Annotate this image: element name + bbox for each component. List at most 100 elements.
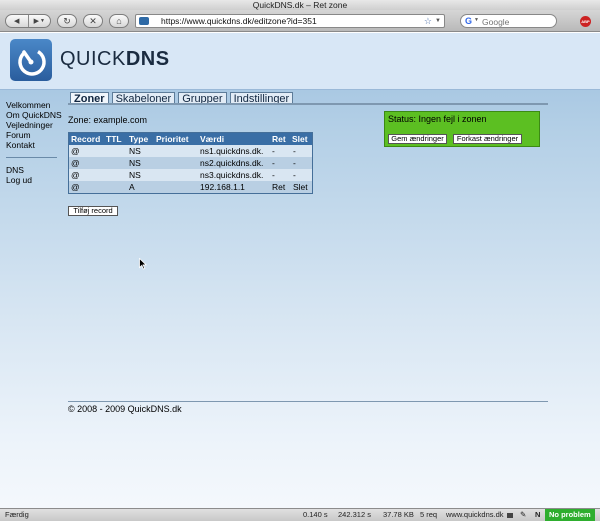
url-text[interactable]: https://www.quickdns.dk/editzone?id=351	[161, 15, 317, 28]
cell-type: NS	[129, 146, 141, 156]
home-button[interactable]: ⌂	[109, 14, 129, 28]
browser-statusbar: Færdig 0.140 s 242.312 s 37.78 KB 5 req …	[0, 508, 600, 521]
header-prioritet: Prioritet	[156, 134, 189, 144]
sidebar-item-om-quickdns[interactable]: Om QuickDNS	[6, 110, 62, 120]
cell-prioritet	[156, 169, 200, 181]
header-type: Type	[129, 134, 149, 144]
header-ttl: TTL	[106, 134, 122, 144]
site-header: QUICKDNS	[0, 33, 600, 90]
sidebar-item-vejledninger[interactable]: Vejledninger	[6, 120, 61, 130]
tools-icon[interactable]: ✎	[520, 509, 526, 521]
delete-record-link[interactable]: Slet	[292, 181, 312, 193]
table-row: @ NS ns3.quickdns.dk. - -	[69, 169, 312, 181]
header-slet: Slet	[292, 134, 308, 144]
sidebar-divider	[6, 157, 57, 158]
search-engine-dropdown-icon[interactable]: ▼	[474, 17, 479, 23]
cell-ret: -	[272, 146, 275, 156]
forward-icon: ▶	[33, 18, 39, 25]
adblock-icon[interactable]: ABP	[580, 16, 591, 27]
table-row: @ NS ns1.quickdns.dk. - -	[69, 145, 312, 157]
sidebar-item-dns[interactable]: DNS	[6, 165, 61, 175]
header-record: Record	[71, 134, 101, 144]
cell-slet: -	[293, 146, 296, 156]
table-row: @ NS ns2.quickdns.dk. - -	[69, 157, 312, 169]
logo-text-bold: DNS	[125, 48, 170, 70]
footer-copyright: © 2008 - 2009 QuickDNS.dk	[68, 404, 182, 414]
cell-record: @	[71, 146, 80, 156]
cell-vaerdi: ns1.quickdns.dk.	[200, 146, 264, 156]
status-box: Status: Ingen fejl i zonen Gem ændringer…	[384, 111, 540, 147]
cell-vaerdi: 192.168.1.1	[200, 182, 245, 192]
sidebar-item-velkommen[interactable]: Velkommen	[6, 100, 61, 110]
cell-ret: -	[272, 170, 275, 180]
header-ret: Ret	[272, 134, 286, 144]
sidebar-item-log-ud[interactable]: Log ud	[6, 175, 61, 185]
reload-button[interactable]: ↻	[57, 14, 77, 28]
cell-ttl	[106, 145, 129, 157]
cell-prioritet	[156, 157, 200, 169]
sidebar-item-kontakt[interactable]: Kontakt	[6, 140, 61, 150]
back-button[interactable]: ◀	[6, 15, 29, 27]
records-table: Record TTL Type Prioritet Værdi Ret Slet…	[68, 132, 313, 194]
records-table-header: Record TTL Type Prioritet Værdi Ret Slet	[69, 133, 312, 145]
page-content: QUICKDNS Velkommen Om QuickDNS Vejlednin…	[0, 33, 600, 508]
cell-vaerdi: ns3.quickdns.dk.	[200, 170, 264, 180]
stop-button[interactable]: ✕	[83, 14, 103, 28]
cell-record: @	[71, 170, 80, 180]
status-text: Status: Ingen fejl i zonen	[388, 114, 487, 124]
no-problem-badge[interactable]: No problem	[545, 509, 595, 521]
cell-vaerdi: ns2.quickdns.dk.	[200, 158, 264, 168]
window-title: QuickDNS.dk – Ret zone	[0, 0, 600, 10]
browser-toolbar: ◀ ▶ ▼ ↻ ✕ ⌂ https://www.quickdns.dk/editz…	[0, 10, 600, 32]
url-dropdown-icon[interactable]: ▼	[435, 15, 441, 28]
cell-prioritet	[156, 145, 200, 157]
back-forward-group: ◀ ▶ ▼	[5, 14, 51, 28]
footer-divider	[68, 401, 548, 402]
discard-changes-button[interactable]: Forkast ændringer	[453, 134, 522, 144]
cell-type: NS	[129, 170, 141, 180]
cell-slet: -	[293, 170, 296, 180]
cell-ttl	[106, 169, 129, 181]
history-dropdown-icon[interactable]: ▼	[40, 18, 45, 24]
zone-label: Zone: example.com	[68, 115, 148, 125]
cell-ttl	[106, 181, 129, 193]
cell-type: A	[129, 182, 135, 192]
request-count: 5 req	[420, 510, 438, 519]
logo-text: QUICKDNS	[60, 48, 170, 71]
search-box[interactable]: G ▼	[460, 14, 557, 28]
save-changes-button[interactable]: Gem ændringer	[388, 134, 447, 144]
sidebar-item-forum[interactable]: Forum	[6, 130, 61, 140]
google-icon[interactable]: G	[465, 16, 472, 26]
load-time: 0.140 s	[303, 510, 328, 519]
add-record-button[interactable]: Tilføj record	[68, 206, 118, 216]
quickdns-logo-icon[interactable]	[10, 39, 52, 81]
mouse-cursor-icon	[139, 258, 147, 270]
cell-type: NS	[129, 158, 141, 168]
header-vaerdi: Værdi	[200, 134, 225, 144]
edit-record-link[interactable]: Ret	[272, 181, 292, 193]
address-bar[interactable]: https://www.quickdns.dk/editzone?id=351 …	[135, 14, 445, 28]
cell-record: @	[71, 182, 80, 192]
page-size: 37.78 KB	[383, 510, 414, 519]
tab-underline	[68, 103, 548, 105]
cell-slet: -	[293, 158, 296, 168]
reload-icon: ↻	[63, 15, 71, 26]
bookmark-star-icon[interactable]: ☆	[424, 15, 432, 28]
forward-button[interactable]: ▶ ▼	[29, 15, 51, 27]
status-text: Færdig	[5, 510, 29, 519]
extension-icon[interactable]: N	[535, 509, 540, 521]
site-favicon-icon	[139, 17, 149, 25]
total-time: 242.312 s	[338, 510, 371, 519]
cell-record: @	[71, 158, 80, 168]
search-input[interactable]	[482, 16, 552, 27]
status-domain: www.quickdns.dk	[446, 510, 504, 519]
lock-icon	[507, 513, 513, 518]
table-row: @ A 192.168.1.1 Ret Slet	[69, 181, 312, 193]
sidebar: Velkommen Om QuickDNS Vejledninger Forum…	[6, 100, 62, 185]
cell-prioritet	[156, 181, 200, 193]
cell-ret: -	[272, 158, 275, 168]
stop-icon: ✕	[89, 15, 97, 26]
cell-ttl	[106, 157, 129, 169]
back-icon: ◀	[14, 18, 20, 25]
home-icon: ⌂	[116, 16, 122, 26]
